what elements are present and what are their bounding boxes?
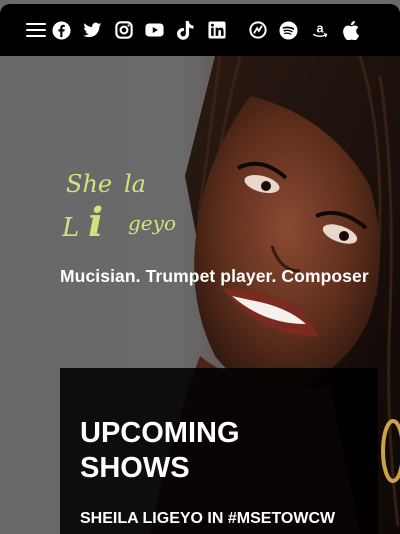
social-links: a	[52, 20, 360, 40]
svg-text:la: la	[124, 170, 146, 198]
apple-icon[interactable]	[341, 20, 360, 40]
svg-text:L: L	[62, 213, 79, 243]
tagline: Mucisian. Trumpet player. Composer	[60, 266, 369, 286]
audiomack-icon[interactable]	[248, 21, 267, 40]
heading-line-1: UPCOMING	[80, 417, 240, 449]
twitter-icon[interactable]	[83, 21, 102, 40]
heading-line-2: SHOWS	[80, 452, 190, 484]
linkedin-icon[interactable]	[207, 21, 226, 40]
tiktok-icon[interactable]	[176, 20, 195, 40]
instagram-icon[interactable]	[114, 21, 133, 40]
svg-text:i: i	[88, 199, 103, 246]
sheila-ligeyo-logo: She la L i geyo	[62, 170, 176, 246]
spotify-icon[interactable]	[279, 20, 298, 40]
hero-section: She la L i geyo Mucisian. Trumpet player…	[0, 56, 400, 534]
svg-text:a: a	[316, 21, 324, 35]
show-link[interactable]: SHEILA LIGEYO IN #MSETOWCW	[80, 510, 335, 528]
svg-text:She: She	[66, 170, 112, 198]
facebook-icon[interactable]	[52, 20, 71, 40]
svg-text:geyo: geyo	[128, 211, 176, 235]
top-nav-bar: a	[0, 4, 400, 56]
upcoming-shows-heading: UPCOMING SHOWS	[80, 416, 340, 486]
upcoming-shows-panel: UPCOMING SHOWS SHEILA LIGEYO IN #MSETOWC…	[60, 368, 378, 534]
youtube-icon[interactable]	[145, 21, 164, 40]
amazon-icon[interactable]: a	[310, 21, 329, 40]
hamburger-menu-icon[interactable]	[26, 20, 46, 40]
